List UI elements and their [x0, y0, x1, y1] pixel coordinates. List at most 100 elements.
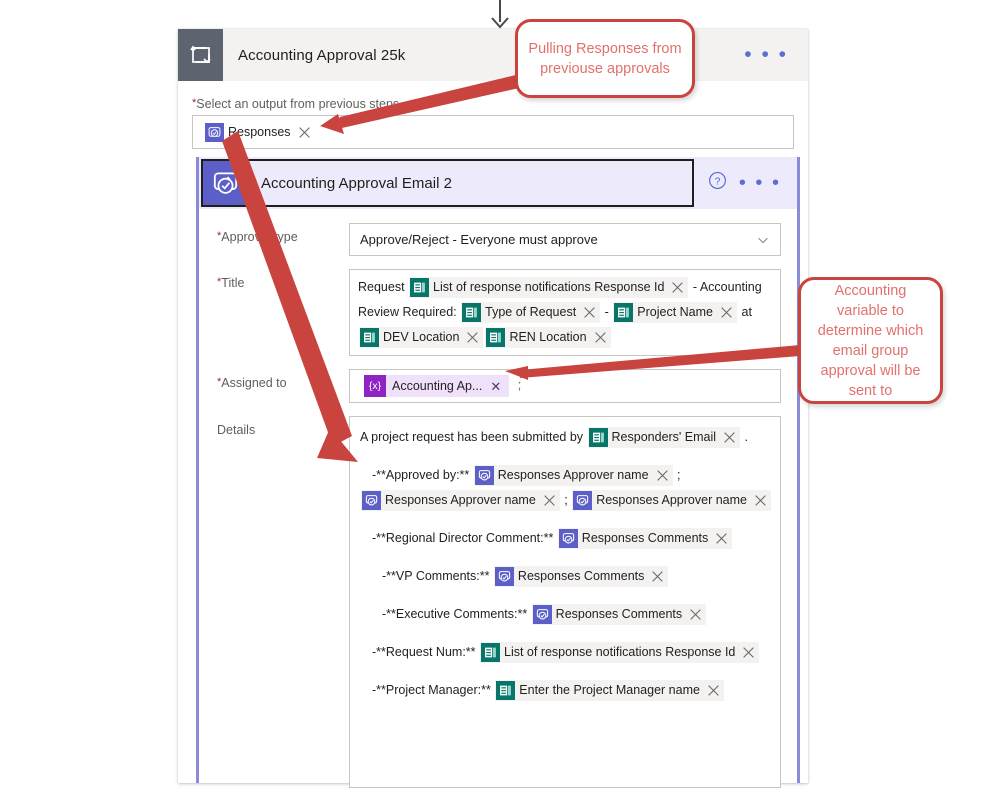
output-select-input[interactable]: Responses — [192, 115, 794, 149]
token-label: Project Name — [637, 305, 714, 320]
static-text: ; — [673, 468, 681, 482]
close-icon[interactable] — [466, 331, 479, 344]
approval-action-card: Accounting Approval Email 2 ? • • • *App… — [196, 157, 800, 788]
details-input[interactable]: A project request has been submitted by … — [349, 416, 781, 788]
close-icon[interactable] — [656, 469, 669, 482]
dynamic-content-token[interactable]: Responders' Email — [587, 427, 741, 449]
close-icon[interactable] — [754, 494, 767, 507]
token-label: Responders' Email — [611, 430, 717, 445]
annotation-callout-accounting-variable: Accounting variable to determine which e… — [798, 277, 943, 404]
token-label: Responses Comments — [555, 607, 683, 622]
close-icon[interactable] — [689, 608, 702, 621]
dynamic-content-token[interactable]: REN Location — [485, 327, 611, 349]
field-assigned-to: *Assigned to {x} Accounting Ap... ✕ ; — [209, 369, 781, 403]
output-select-label-text: Select an output from previous steps — [196, 97, 400, 111]
token-responses[interactable]: Responses — [204, 122, 315, 143]
static-text: Request — [358, 280, 409, 294]
dynamic-content-token[interactable]: Responses Approver name — [572, 490, 771, 512]
close-icon[interactable] — [720, 306, 733, 319]
approval-action-title: Accounting Approval Email 2 — [261, 174, 452, 192]
token-label: Enter the Project Manager name — [519, 683, 700, 698]
apply-to-each-header[interactable]: Accounting Approval 25k • • • — [178, 29, 808, 81]
approval-action-title-button[interactable]: Accounting Approval Email 2 — [201, 159, 694, 207]
close-icon[interactable] — [543, 494, 556, 507]
static-text: - — [601, 305, 613, 319]
forms-icon — [410, 278, 430, 298]
apply-to-each-overflow-menu-icon[interactable]: • • • — [744, 44, 788, 65]
static-text: . — [741, 430, 749, 444]
variable-icon: {x} — [364, 375, 386, 397]
static-text: -**VP Comments:** — [382, 569, 493, 583]
variable-token-label: Accounting Ap... — [392, 379, 483, 393]
annotation-callout-pulling-responses: Pulling Responses from previouse approva… — [515, 19, 695, 98]
dynamic-content-token[interactable]: Responses Comments — [531, 604, 707, 626]
dynamic-content-token[interactable]: Type of Request — [461, 302, 601, 324]
details-line: -**VP Comments:** Responses Comments — [360, 564, 772, 589]
dynamic-content-token[interactable]: List of response notifications Response … — [409, 277, 689, 299]
details-line: -**Request Num:** List of response notif… — [360, 640, 772, 665]
dynamic-content-token[interactable]: Responses Comments — [557, 528, 733, 550]
apply-to-each-loop-icon — [178, 29, 223, 81]
details-line: -**Approved by:** Responses Approver nam… — [360, 463, 772, 488]
close-icon[interactable] — [671, 281, 684, 294]
token-label: Responses Approver name — [497, 468, 649, 483]
help-circle-icon[interactable]: ? — [708, 171, 727, 195]
close-icon[interactable] — [723, 431, 736, 444]
assigned-to-label-text: Assigned to — [221, 376, 287, 390]
title-line: Review Required: Type of Request - Proje… — [358, 300, 772, 325]
approval-type-dropdown[interactable]: Approve/Reject - Everyone must approve — [349, 223, 781, 256]
token-label: DEV Location — [383, 330, 460, 345]
chevron-down-icon[interactable] — [756, 233, 770, 247]
close-icon[interactable] — [298, 126, 311, 139]
details-blank-line — [360, 665, 772, 678]
details-line: -**Executive Comments:** Responses Comme… — [360, 602, 772, 627]
approval-type-label-text: Approval type — [221, 230, 298, 244]
approvals-icon — [532, 605, 552, 625]
static-text: at — [738, 305, 752, 319]
static-text: -**Project Manager:** — [372, 683, 495, 697]
close-icon[interactable]: ✕ — [490, 380, 501, 393]
close-icon[interactable] — [651, 570, 664, 583]
flow-connector-arrow-icon — [491, 0, 509, 29]
static-text: -**Regional Director Comment:** — [372, 531, 557, 545]
token-label: Responses Approver name — [596, 493, 747, 508]
details-blank-line — [360, 551, 772, 564]
dynamic-content-token[interactable]: Responses Comments — [493, 566, 669, 588]
token-label: REN Location — [509, 330, 587, 345]
title-line: Request List of response notifications R… — [358, 275, 772, 300]
variable-token-accounting-approval[interactable]: {x} Accounting Ap... ✕ — [364, 375, 510, 397]
close-icon[interactable] — [583, 306, 596, 319]
field-approval-type: *Approval type Approve/Reject - Everyone… — [209, 223, 781, 256]
token-label: Responses Comments — [581, 531, 709, 546]
close-icon[interactable] — [707, 684, 720, 697]
approval-action-overflow-menu-icon[interactable]: • • • — [739, 173, 781, 193]
dynamic-content-token[interactable]: DEV Location — [359, 327, 484, 349]
approvals-icon — [205, 122, 224, 142]
token-label: Type of Request — [485, 305, 577, 320]
dynamic-content-token[interactable]: Enter the Project Manager name — [495, 680, 724, 702]
details-line: A project request has been submitted by … — [360, 425, 772, 450]
apply-to-each-body: *Select an output from previous steps Re… — [178, 81, 808, 149]
static-text: A project request has been submitted by — [360, 430, 587, 444]
approvals-icon — [558, 529, 578, 549]
close-icon[interactable] — [742, 646, 755, 659]
token-label: Responses Approver name — [385, 493, 536, 508]
dynamic-content-token[interactable]: Responses Approver name — [361, 490, 560, 512]
assigned-to-input[interactable]: {x} Accounting Ap... ✕ ; — [349, 369, 781, 403]
assigned-to-separator: ; — [517, 378, 522, 393]
dynamic-content-token[interactable]: List of response notifications Response … — [480, 642, 760, 664]
approvals-icon — [494, 567, 514, 587]
token-label: Responses Comments — [517, 569, 645, 584]
title-label-text: Title — [221, 276, 245, 290]
field-details: Details A project request has been submi… — [209, 416, 781, 788]
dynamic-content-token[interactable]: Responses Approver name — [473, 465, 673, 487]
title-input[interactable]: Request List of response notifications R… — [349, 269, 781, 356]
details-line: Responses Approver name ; Responses Appr… — [360, 488, 772, 513]
dynamic-content-token[interactable]: Project Name — [613, 302, 738, 324]
approvals-icon — [362, 491, 381, 511]
svg-text:?: ? — [714, 176, 720, 187]
details-line: -**Project Manager:** Enter the Project … — [360, 678, 772, 703]
close-icon[interactable] — [715, 532, 728, 545]
close-icon[interactable] — [594, 331, 607, 344]
field-title: *Title Request List of response notifica… — [209, 269, 781, 356]
